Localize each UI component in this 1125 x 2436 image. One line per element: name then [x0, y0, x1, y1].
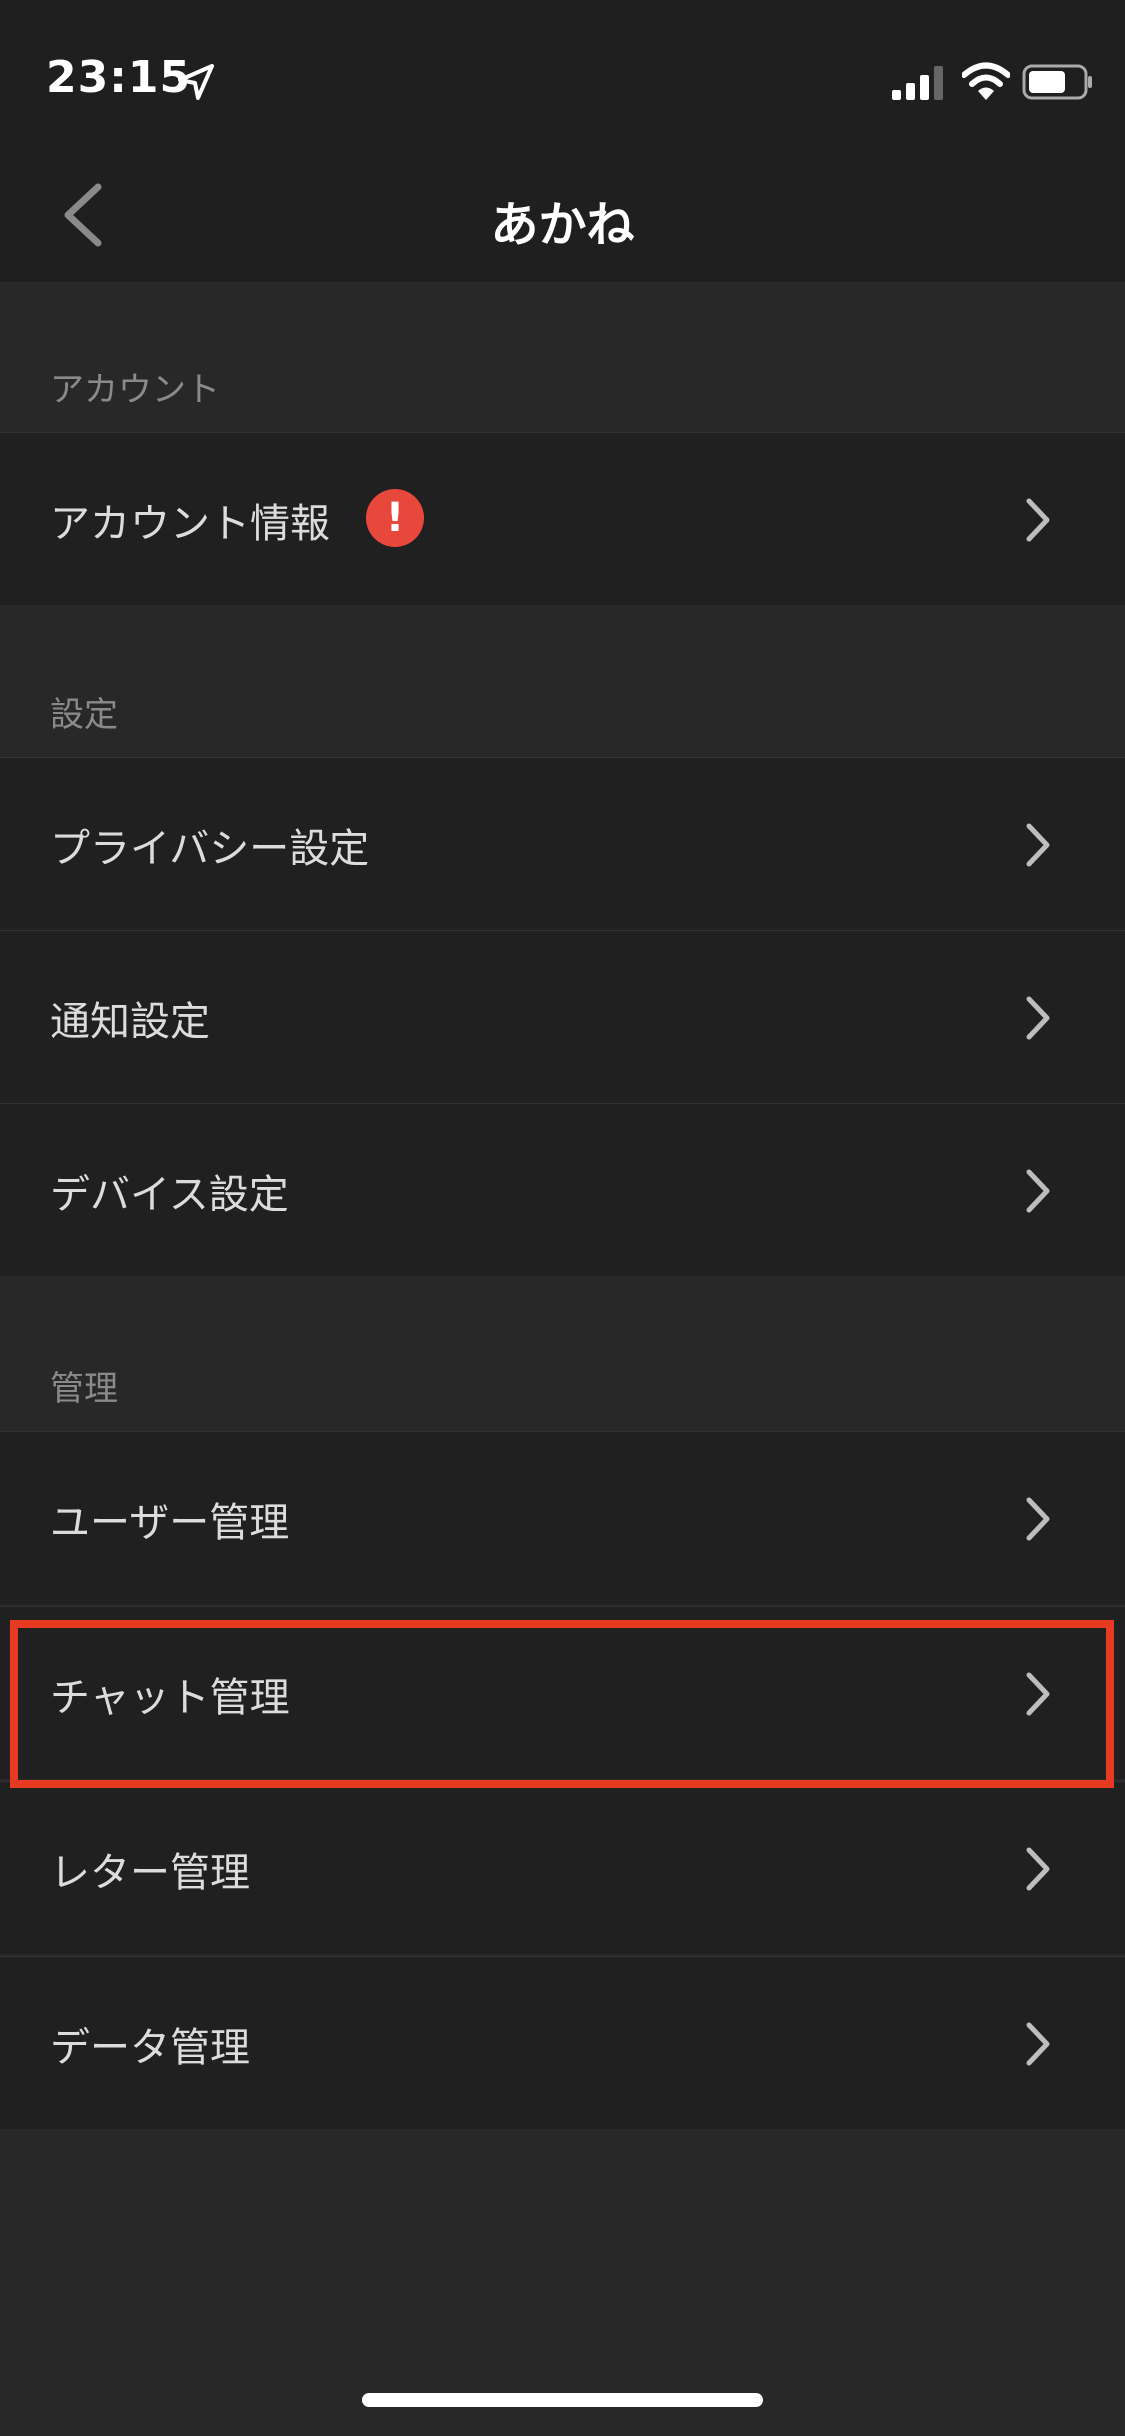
section-header-management: 管理: [0, 1281, 1125, 1431]
section-header-label: 管理: [50, 1369, 118, 1409]
alert-icon: !: [366, 489, 424, 547]
list-item-data-management[interactable]: データ管理: [0, 1956, 1125, 2129]
list-item-label: デバイス設定: [50, 1172, 289, 1218]
status-time: 23:15: [46, 52, 192, 103]
section-header-label: アカウント: [50, 370, 220, 410]
list-item-label: チャット管理: [50, 1675, 290, 1721]
list-item-privacy-settings[interactable]: プライバシー設定: [0, 757, 1125, 930]
status-bar: 23:15: [0, 0, 1125, 145]
list-item-device-settings[interactable]: デバイス設定: [0, 1103, 1125, 1276]
list-item-chat-management[interactable]: チャット管理: [0, 1606, 1125, 1779]
wifi-icon: [962, 62, 1010, 100]
chevron-right-icon: [1026, 1847, 1050, 1891]
chevron-right-icon: [1026, 2022, 1050, 2066]
list-item-label: ユーザー管理: [50, 1500, 290, 1546]
chevron-right-icon: [1026, 823, 1050, 867]
chevron-right-icon: [1026, 498, 1050, 542]
nav-bar: あかね: [0, 145, 1125, 282]
list-item-user-management[interactable]: ユーザー管理: [0, 1431, 1125, 1604]
signal-icon: [892, 66, 943, 100]
section-header-label: 設定: [50, 695, 118, 735]
battery-icon: [1022, 64, 1092, 100]
list-item-label: データ管理: [50, 2025, 250, 2071]
list-item-letter-management[interactable]: レター管理: [0, 1781, 1125, 1954]
section-header-account: アカウント: [0, 282, 1125, 432]
list-item-label: 通知設定: [50, 999, 210, 1045]
home-indicator[interactable]: [362, 2393, 763, 2407]
section-header-settings: 設定: [0, 605, 1125, 757]
list-item-notification-settings[interactable]: 通知設定: [0, 930, 1125, 1103]
list-item-account-info[interactable]: アカウント情報 !: [0, 432, 1125, 605]
chevron-right-icon: [1026, 996, 1050, 1040]
chevron-right-icon: [1026, 1672, 1050, 1716]
chevron-right-icon: [1026, 1497, 1050, 1541]
chevron-right-icon: [1026, 1169, 1050, 1213]
page-title: あかね: [490, 197, 635, 253]
location-arrow-icon: [178, 64, 214, 100]
list-item-label: レター管理: [50, 1850, 250, 1896]
list-item-label: プライバシー設定: [50, 826, 370, 872]
list-item-label: アカウント情報: [50, 501, 330, 547]
